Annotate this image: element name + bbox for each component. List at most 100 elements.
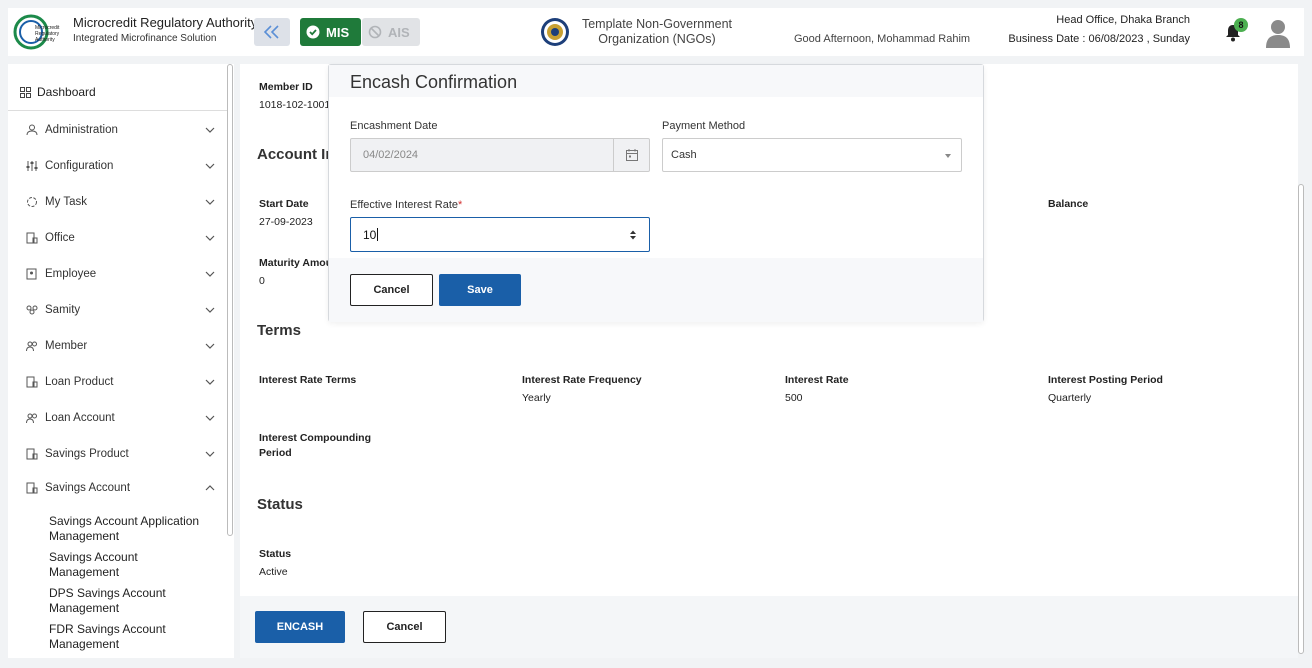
sidebar-item-member[interactable]: Member — [25, 337, 215, 355]
effective-rate-input[interactable]: 10 — [350, 217, 650, 252]
chevron-up-icon — [205, 485, 215, 491]
brand-title: Microcredit Regulatory Authority — [73, 15, 258, 30]
encash-confirmation-modal: Encash Confirmation Encashment Date 04/0… — [328, 64, 984, 322]
calendar-button[interactable] — [613, 138, 650, 172]
sidebar-item-configuration[interactable]: Configuration — [25, 157, 215, 175]
payment-method-select[interactable]: Cash — [662, 138, 962, 172]
interest-rate-label: Interest Rate — [785, 374, 849, 386]
status-heading: Status — [257, 496, 303, 513]
grid-icon — [20, 86, 31, 98]
sidebar-item-samity[interactable]: Samity — [25, 301, 215, 319]
ais-label: AIS — [388, 24, 410, 40]
sidebar-item-loan-product[interactable]: Loan Product — [25, 373, 215, 391]
organization-name: Template Non-Government Organization (NG… — [576, 17, 738, 47]
maturity-amount-value: 0 — [259, 275, 265, 287]
interest-posting-period-value: Quarterly — [1048, 392, 1092, 404]
status-label: Status — [259, 548, 292, 560]
chevron-down-icon — [205, 127, 215, 133]
sidebar-item-employee[interactable]: Employee — [25, 265, 215, 283]
cancel-button[interactable]: Cancel — [363, 611, 446, 643]
top-header: Microcredit Regulatory Authority Microcr… — [8, 8, 1304, 56]
collapse-sidebar-button[interactable] — [254, 18, 290, 46]
member-id-label: Member ID — [259, 81, 313, 93]
payment-method-label: Payment Method — [662, 120, 746, 132]
sidebar-item-label: Office — [45, 232, 75, 244]
required-marker: * — [458, 199, 463, 211]
double-chevron-left-icon — [263, 25, 279, 39]
dashboard-label: Dashboard — [37, 85, 96, 99]
sidebar-item-savings-account[interactable]: Savings Account — [25, 479, 215, 497]
maturity-amount-label: Maturity Amou — [259, 257, 333, 269]
submenu-savings-application[interactable]: Savings Account Application Management — [49, 514, 209, 544]
payment-method-value: Cash — [671, 149, 697, 161]
employee-icon — [26, 268, 37, 280]
number-spinner-icon[interactable] — [629, 229, 637, 241]
chevron-down-icon — [205, 343, 215, 349]
savings-account-icon — [26, 482, 38, 494]
brand-subtitle: Integrated Microfinance Solution — [73, 33, 217, 44]
business-date: Business Date : 06/08/2023 , Sunday — [1008, 33, 1190, 45]
sidebar-item-label: Samity — [45, 304, 81, 316]
sidebar-scrollbar[interactable] — [227, 64, 233, 536]
branch-name: Head Office, Dhaka Branch — [1056, 14, 1190, 26]
mis-toggle-button[interactable]: MIS — [300, 18, 361, 46]
sidebar-item-label: Loan Account — [45, 412, 115, 424]
mis-label: MIS — [326, 24, 350, 40]
admin-icon — [26, 124, 38, 136]
chevron-down-icon — [205, 415, 215, 421]
submenu-fdr-management[interactable]: FDR Savings Account Management — [49, 622, 209, 652]
notification-badge: 8 — [1234, 18, 1248, 32]
submenu-savings-management[interactable]: Savings Account Management — [49, 550, 209, 580]
sidebar-item-dashboard[interactable]: Dashboard — [20, 85, 96, 99]
account-info-heading: Account In — [257, 146, 335, 163]
sidebar-item-label: Savings Product — [45, 448, 129, 460]
sidebar-item-label: Savings Account — [45, 482, 131, 494]
check-circle-icon — [306, 25, 320, 39]
modal-title: Encash Confirmation — [350, 72, 518, 92]
chevron-down-icon — [205, 307, 215, 313]
sidebar-item-label: My Task — [45, 196, 87, 208]
effective-rate-value: 10 — [363, 227, 377, 242]
interest-posting-period-label: Interest Posting Period — [1048, 374, 1163, 386]
interest-rate-value: 500 — [785, 392, 803, 404]
encashment-date-input[interactable]: 04/02/2024 — [350, 138, 614, 172]
encashment-date-label: Encashment Date — [350, 120, 438, 132]
org-name-line2: Organization (NGOs) — [598, 32, 716, 46]
start-date-label: Start Date — [259, 198, 309, 210]
modal-save-button[interactable]: Save — [439, 274, 521, 306]
divider — [8, 110, 228, 111]
effective-rate-label-text: Effective Interest Rate — [350, 199, 459, 211]
chevron-down-icon — [205, 379, 215, 385]
text-cursor — [377, 228, 379, 241]
loan-account-icon — [26, 413, 37, 424]
sidebar-item-office[interactable]: Office — [25, 229, 215, 247]
sidebar-item-administration[interactable]: Administration — [25, 121, 215, 139]
greeting-text: Good Afternoon, Mohammad Rahim — [794, 33, 971, 45]
balance-label: Balance — [1048, 198, 1089, 210]
calendar-icon — [625, 149, 638, 161]
chevron-down-icon — [205, 163, 215, 169]
ais-toggle-button[interactable]: AIS — [362, 18, 420, 46]
savings-product-icon — [26, 448, 38, 460]
sidebar-item-my-task[interactable]: My Task — [25, 193, 215, 211]
sidebar-item-savings-product[interactable]: Savings Product — [25, 445, 215, 463]
compounding-period-label-1: Interest Compounding — [259, 432, 371, 444]
compounding-period-label-2: Period — [259, 447, 292, 459]
interest-rate-terms-label: Interest Rate Terms — [259, 374, 357, 386]
office-icon — [26, 232, 38, 244]
svg-text:Authority: Authority — [35, 37, 55, 43]
sidebar: Dashboard Administration Configuration M… — [8, 64, 234, 658]
start-date-value: 27-09-2023 — [259, 216, 313, 228]
main-scrollbar[interactable] — [1298, 184, 1304, 654]
modal-cancel-button[interactable]: Cancel — [350, 274, 433, 306]
dropdown-caret-icon — [945, 154, 951, 158]
mra-logo: Microcredit Regulatory Authority — [13, 14, 60, 50]
terms-heading: Terms — [257, 322, 301, 339]
sidebar-item-loan-account[interactable]: Loan Account — [25, 409, 215, 427]
sidebar-item-label: Administration — [45, 124, 118, 136]
user-avatar-icon[interactable] — [1264, 18, 1292, 48]
encash-button[interactable]: ENCASH — [255, 611, 345, 643]
samity-icon — [26, 305, 38, 315]
submenu-dps-management[interactable]: DPS Savings Account Management — [49, 586, 209, 616]
chevron-down-icon — [205, 271, 215, 277]
